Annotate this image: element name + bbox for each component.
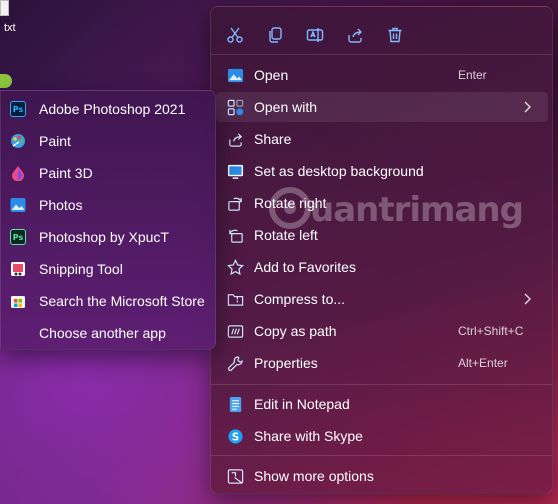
submenu-item-paint-3d[interactable]: Paint 3D <box>5 158 213 188</box>
submenu-item-label: Adobe Photoshop 2021 <box>39 101 186 117</box>
menu-item-label: Set as desktop background <box>254 163 424 179</box>
share-icon <box>226 130 244 148</box>
menu-separator <box>211 455 552 456</box>
submenu-item-choose-another-app[interactable]: Choose another app <box>5 318 213 348</box>
zip-folder-icon <box>226 290 244 308</box>
menu-item-label: Edit in Notepad <box>254 396 350 412</box>
cut-button[interactable] <box>219 19 251 51</box>
svg-text:S: S <box>231 431 238 443</box>
rotate-left-icon <box>226 226 244 244</box>
submenu-item-label: Snipping Tool <box>39 261 123 277</box>
menu-item-shortcut: Alt+Enter <box>458 356 508 370</box>
delete-icon <box>388 27 402 43</box>
rotate-right-icon <box>226 194 244 212</box>
menu-item-label: Properties <box>254 355 318 371</box>
submenu-item-label: Photoshop by XpucT <box>39 229 169 245</box>
delete-button[interactable] <box>379 19 411 51</box>
menu-item-copy-as-path[interactable]: Copy as path Ctrl+Shift+C <box>216 316 548 346</box>
menu-item-label: Share with Skype <box>254 428 363 444</box>
menu-item-label: Open with <box>254 99 318 115</box>
desktop-shortcut-icon[interactable] <box>0 74 12 88</box>
copy-button[interactable] <box>259 19 291 51</box>
chevron-right-icon <box>524 101 531 113</box>
menu-item-shortcut: Enter <box>458 68 487 82</box>
menu-item-rotate-left[interactable]: Rotate left <box>216 220 548 250</box>
copy-icon <box>269 27 282 43</box>
store-icon <box>9 292 27 310</box>
menu-item-open-with[interactable]: Open with <box>216 92 548 122</box>
menu-item-share[interactable]: Share <box>216 124 548 154</box>
submenu-item-label: Search the Microsoft Store <box>39 293 205 309</box>
menu-item-edit-in-notepad[interactable]: Edit in Notepad <box>216 389 548 419</box>
context-menu: Open Enter Open with Share Set as deskto… <box>210 6 553 494</box>
submenu-item-label: Paint 3D <box>39 165 93 181</box>
chevron-right-icon <box>524 293 531 305</box>
paint-3d-icon <box>9 164 27 182</box>
menu-item-label: Rotate right <box>254 195 327 211</box>
paint-icon <box>9 132 27 150</box>
submenu-item-label: Paint <box>39 133 71 149</box>
submenu-item-adobe-photoshop-2021[interactable]: Ps Adobe Photoshop 2021 <box>5 94 213 124</box>
wrench-icon <box>226 354 244 372</box>
desktop-file-label[interactable]: txt <box>4 22 16 34</box>
menu-item-label: Rotate left <box>254 227 318 243</box>
menu-item-rotate-right[interactable]: Rotate right <box>216 188 548 218</box>
menu-item-compress-to[interactable]: Compress to... <box>216 284 548 314</box>
desktop-file-icon[interactable] <box>0 0 9 16</box>
menu-item-properties[interactable]: Properties Alt+Enter <box>216 348 548 378</box>
menu-item-label: Open <box>254 67 289 83</box>
menu-item-set-desktop-background[interactable]: Set as desktop background <box>216 156 548 186</box>
menu-separator <box>211 384 552 385</box>
photoshop-icon: Ps <box>9 100 27 118</box>
photoshop-xpuct-icon: Ps <box>9 228 27 246</box>
rename-icon <box>306 28 324 42</box>
menu-item-shortcut: Ctrl+Shift+C <box>458 324 524 338</box>
open-with-submenu: Ps Adobe Photoshop 2021 Paint Paint 3D P… <box>0 90 216 350</box>
menu-item-label: Copy as path <box>254 323 337 339</box>
submenu-item-label: Photos <box>39 197 83 213</box>
share-button[interactable] <box>339 19 371 51</box>
context-toolbar <box>211 15 552 55</box>
menu-item-label: Show more options <box>254 468 374 484</box>
submenu-item-label: Choose another app <box>39 325 166 341</box>
menu-item-label: Compress to... <box>254 291 346 307</box>
cut-icon <box>227 27 243 43</box>
menu-item-label: Add to Favorites <box>254 259 356 275</box>
share-icon <box>348 28 362 43</box>
submenu-item-search-microsoft-store[interactable]: Search the Microsoft Store <box>5 286 213 316</box>
submenu-item-photos[interactable]: Photos <box>5 190 213 220</box>
snipping-tool-icon <box>9 260 27 278</box>
open-icon <box>226 66 244 84</box>
menu-item-share-with-skype[interactable]: S Share with Skype <box>216 421 548 451</box>
more-options-icon <box>226 467 244 485</box>
menu-item-label: Share <box>254 131 292 147</box>
submenu-item-snipping-tool[interactable]: Snipping Tool <box>5 254 213 284</box>
menu-item-show-more-options[interactable]: Show more options <box>216 461 548 491</box>
photos-icon <box>9 196 27 214</box>
menu-separator <box>211 54 552 55</box>
copy-path-icon <box>226 322 244 340</box>
rename-button[interactable] <box>299 19 331 51</box>
notepad-icon <box>226 395 244 413</box>
desktop-background-icon <box>226 162 244 180</box>
submenu-item-photoshop-by-xpuct[interactable]: Ps Photoshop by XpucT <box>5 222 213 252</box>
menu-item-open[interactable]: Open Enter <box>216 60 548 90</box>
menu-item-add-to-favorites[interactable]: Add to Favorites <box>216 252 548 282</box>
open-with-icon <box>226 98 244 116</box>
skype-icon: S <box>226 427 244 445</box>
star-icon <box>226 258 244 276</box>
submenu-item-paint[interactable]: Paint <box>5 126 213 156</box>
